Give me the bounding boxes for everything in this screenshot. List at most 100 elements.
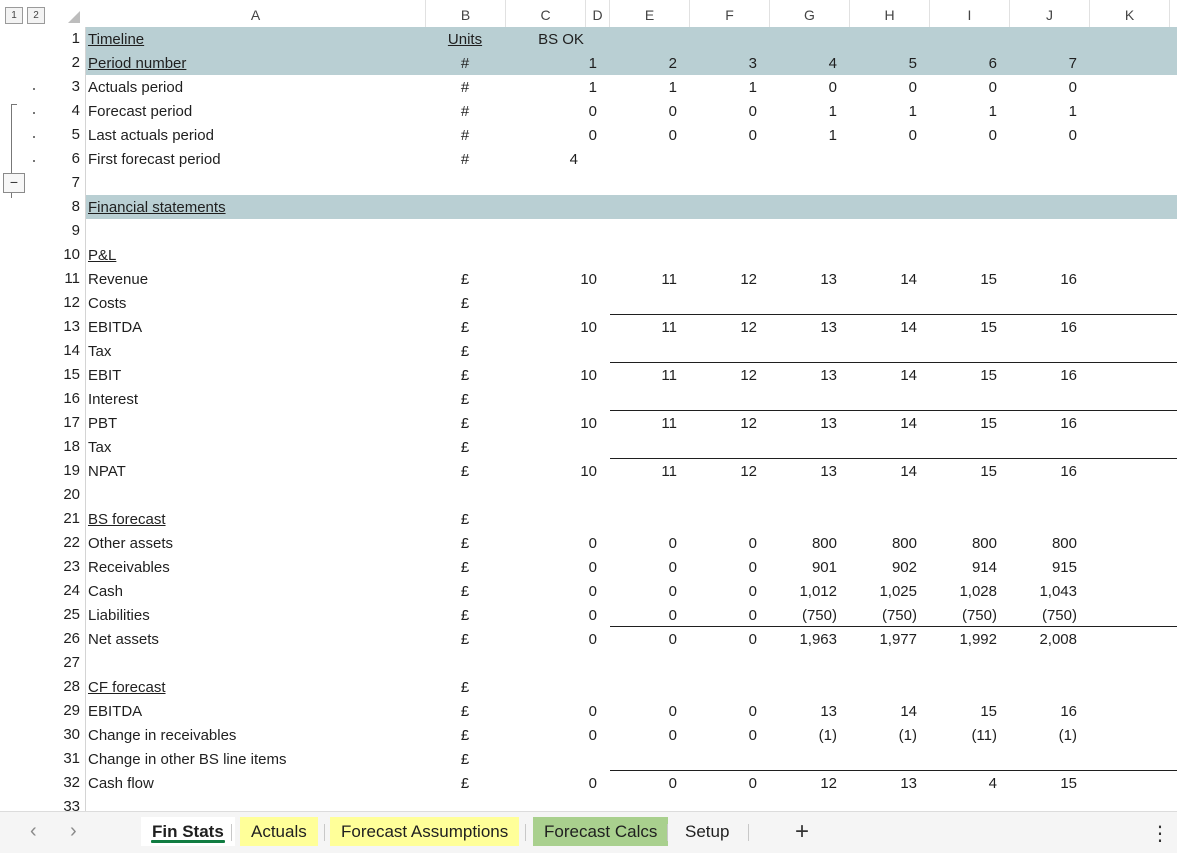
row-header[interactable]: 5 [52, 123, 80, 147]
value-cell[interactable]: 0 [687, 99, 757, 123]
value-cell[interactable] [1007, 747, 1077, 771]
row-header[interactable]: 26 [52, 627, 80, 651]
row-header[interactable]: 16 [52, 387, 80, 411]
row-label-cell[interactable]: EBIT [88, 363, 121, 387]
row-label-cell[interactable]: NPAT [88, 459, 126, 483]
value-cell[interactable]: 0 [607, 603, 677, 627]
value-cell[interactable] [527, 387, 597, 411]
value-cell[interactable] [607, 675, 677, 699]
value-cell[interactable] [527, 435, 597, 459]
value-cell[interactable]: 0 [687, 603, 757, 627]
row-header[interactable]: 27 [52, 651, 80, 675]
value-cell[interactable]: 0 [607, 699, 677, 723]
units-cell[interactable]: Units [442, 27, 488, 51]
value-cell[interactable]: 1 [847, 99, 917, 123]
value-cell[interactable]: 11 [607, 411, 677, 435]
column-header-j[interactable]: J [1010, 0, 1090, 27]
value-cell[interactable]: 0 [607, 723, 677, 747]
row-header[interactable]: 11 [52, 267, 80, 291]
value-cell[interactable] [527, 27, 597, 51]
value-cell[interactable] [687, 507, 757, 531]
value-cell[interactable]: 10 [527, 315, 597, 339]
row-header[interactable]: 9 [52, 219, 80, 243]
worksheet-grid[interactable]: Timeline Units BS OK Period number #1 2 3 4 5 6 7 A… [86, 27, 1177, 811]
value-cell[interactable]: 3 [687, 51, 757, 75]
value-cell[interactable]: 1,043 [1007, 579, 1077, 603]
units-cell[interactable]: £ [452, 531, 478, 555]
value-cell[interactable]: 0 [767, 75, 837, 99]
value-cell[interactable]: 11 [607, 459, 677, 483]
row-header[interactable]: 17 [52, 411, 80, 435]
row-label-cell[interactable]: Liabilities [88, 603, 150, 627]
row-header[interactable]: 2 [52, 51, 80, 75]
row-header[interactable]: 10 [52, 243, 80, 267]
value-cell[interactable] [1007, 339, 1077, 363]
value-cell[interactable] [607, 291, 677, 315]
value-cell[interactable]: 15 [927, 267, 997, 291]
row-label-cell[interactable]: Last actuals period [88, 123, 214, 147]
value-cell[interactable] [527, 339, 597, 363]
value-cell[interactable]: 1,977 [847, 627, 917, 651]
value-cell[interactable] [1007, 291, 1077, 315]
value-cell[interactable]: 1 [767, 123, 837, 147]
row-label-cell[interactable]: Receivables [88, 555, 170, 579]
row-label-cell[interactable]: Costs [88, 291, 126, 315]
value-cell[interactable]: 0 [607, 99, 677, 123]
column-header-e[interactable]: E [610, 0, 690, 27]
value-cell[interactable]: 1 [607, 75, 677, 99]
value-cell[interactable] [847, 507, 917, 531]
value-cell[interactable] [847, 339, 917, 363]
value-cell[interactable]: 0 [527, 99, 597, 123]
value-cell[interactable]: 0 [527, 771, 597, 795]
value-cell[interactable]: 0 [527, 579, 597, 603]
row-header[interactable]: 1 [52, 27, 80, 51]
column-header-g[interactable]: G [770, 0, 850, 27]
value-cell[interactable] [607, 27, 677, 51]
value-cell[interactable]: 1 [687, 75, 757, 99]
value-cell[interactable]: 0 [527, 555, 597, 579]
value-cell[interactable]: 0 [607, 771, 677, 795]
value-cell[interactable] [927, 195, 997, 219]
value-cell[interactable]: 0 [607, 627, 677, 651]
units-cell[interactable]: £ [452, 579, 478, 603]
value-cell[interactable] [607, 147, 677, 171]
value-cell[interactable] [1007, 507, 1077, 531]
row-label-cell[interactable]: Cash [88, 579, 123, 603]
value-cell[interactable]: 14 [847, 267, 917, 291]
value-cell[interactable] [607, 747, 677, 771]
value-cell[interactable]: 6 [927, 51, 997, 75]
value-cell[interactable]: 800 [927, 531, 997, 555]
value-cell[interactable]: 0 [607, 531, 677, 555]
value-cell[interactable]: 1,025 [847, 579, 917, 603]
units-cell[interactable] [452, 195, 478, 219]
row-label-cell[interactable]: Tax [88, 435, 111, 459]
units-cell[interactable]: £ [452, 267, 478, 291]
outline-collapse-button[interactable]: − [3, 173, 25, 193]
value-cell[interactable] [767, 675, 837, 699]
value-cell[interactable] [847, 675, 917, 699]
value-cell[interactable]: (750) [767, 603, 837, 627]
value-cell[interactable]: 0 [927, 75, 997, 99]
value-cell[interactable] [687, 27, 757, 51]
row-header[interactable]: 6 [52, 147, 80, 171]
value-cell[interactable]: 15 [1007, 771, 1077, 795]
value-cell[interactable]: 0 [687, 579, 757, 603]
row-header[interactable]: 29 [52, 699, 80, 723]
value-cell[interactable] [767, 747, 837, 771]
units-cell[interactable]: £ [452, 435, 478, 459]
value-cell[interactable] [607, 387, 677, 411]
units-cell[interactable]: £ [452, 507, 478, 531]
value-cell[interactable]: 800 [847, 531, 917, 555]
value-cell[interactable] [847, 27, 917, 51]
row-label-cell[interactable]: CF forecast [88, 675, 166, 699]
row-header[interactable]: 19 [52, 459, 80, 483]
row-header[interactable]: 13 [52, 315, 80, 339]
value-cell[interactable]: 14 [847, 315, 917, 339]
value-cell[interactable]: 10 [527, 459, 597, 483]
value-cell[interactable]: 1,963 [767, 627, 837, 651]
row-label-cell[interactable]: Period number [88, 51, 186, 75]
row-header[interactable]: 32 [52, 771, 80, 795]
value-cell[interactable] [847, 147, 917, 171]
previous-sheet-icon[interactable]: ‹ [30, 820, 37, 843]
value-cell[interactable]: 14 [847, 699, 917, 723]
